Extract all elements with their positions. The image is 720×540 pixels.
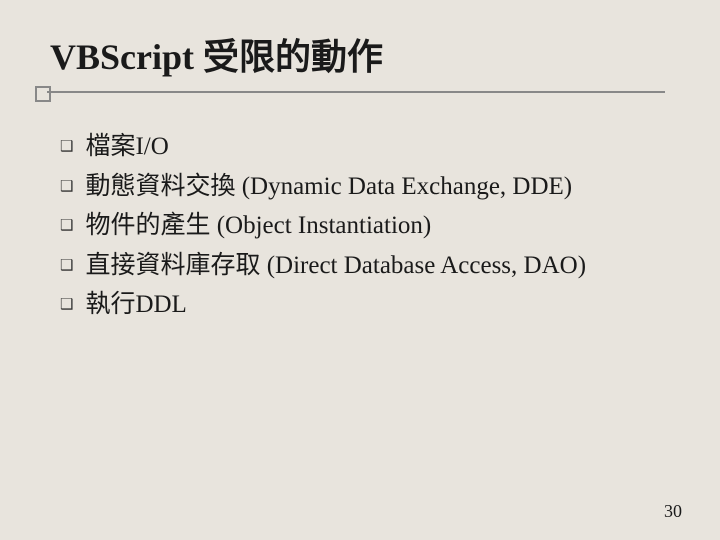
list-item: ❑ 物件的產生 (Object Instantiation) bbox=[60, 207, 680, 245]
list-item-text: 動態資料交換 (Dynamic Data Exchange, DDE) bbox=[85, 168, 680, 206]
list-item: ❑ 檔案I/O bbox=[60, 128, 680, 166]
list-item: ❑ 直接資料庫存取 (Direct Database Access, DAO) bbox=[60, 247, 680, 285]
bullet-icon: ❑ bbox=[60, 255, 73, 278]
bullet-icon: ❑ bbox=[60, 294, 73, 317]
slide-title: VBScript 受限的動作 bbox=[50, 28, 680, 80]
bullet-icon: ❑ bbox=[60, 176, 73, 199]
title-underline bbox=[35, 86, 665, 90]
slide-container: VBScript 受限的動作 ❑ 檔案I/O ❑ 動態資料交換 (Dynamic… bbox=[0, 0, 720, 540]
page-number: 30 bbox=[664, 501, 682, 522]
list-item: ❑ 執行DDL bbox=[60, 286, 680, 324]
list-item: ❑ 動態資料交換 (Dynamic Data Exchange, DDE) bbox=[60, 168, 680, 206]
bullet-icon: ❑ bbox=[60, 215, 73, 238]
list-item-text: 直接資料庫存取 (Direct Database Access, DAO) bbox=[85, 247, 680, 285]
bullet-list: ❑ 檔案I/O ❑ 動態資料交換 (Dynamic Data Exchange,… bbox=[60, 128, 680, 324]
list-item-text: 執行DDL bbox=[85, 286, 680, 324]
list-item-text: 物件的產生 (Object Instantiation) bbox=[85, 207, 680, 245]
bullet-icon: ❑ bbox=[60, 136, 73, 159]
list-item-text: 檔案I/O bbox=[85, 128, 680, 166]
